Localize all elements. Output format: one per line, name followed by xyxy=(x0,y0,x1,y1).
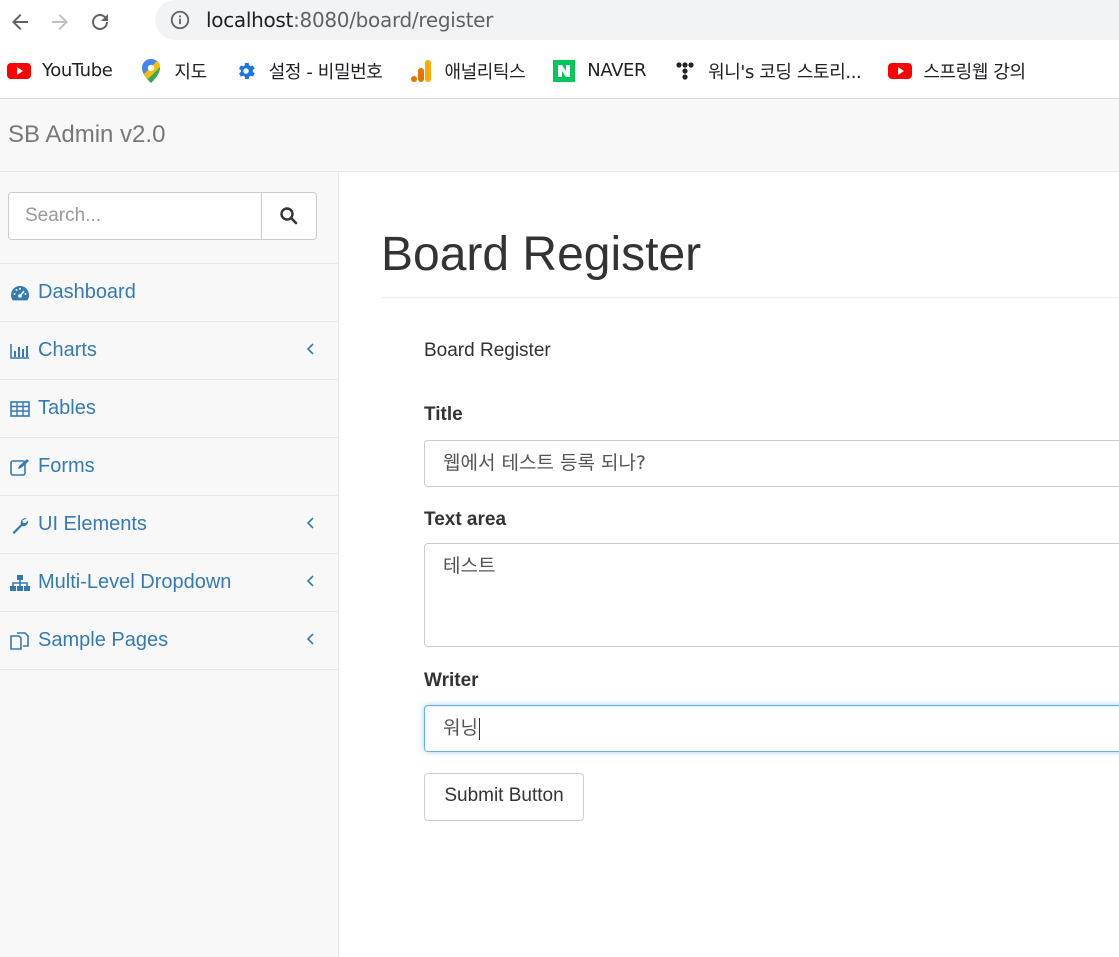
page-wrapper: Board Register Board Register Title 웹에서 … xyxy=(339,172,1119,957)
sidebar-item-label: Forms xyxy=(38,455,95,477)
brand-link[interactable]: SB Admin v2.0 xyxy=(8,121,165,149)
title-input[interactable]: 웹에서 테스트 등록 되나? xyxy=(424,440,1119,487)
bookmark-label: 애널리틱스 xyxy=(444,61,526,83)
bookmark-tistory[interactable]: 워니's 코딩 스토리... xyxy=(672,58,862,84)
sidebar-item-charts[interactable]: Charts xyxy=(0,322,338,380)
page-title: Board Register xyxy=(381,228,702,281)
bookmark-spring-lecture[interactable]: 스프링웹 강의 xyxy=(887,58,1026,84)
bookmark-naver[interactable]: NAVER xyxy=(551,58,646,84)
reload-icon xyxy=(92,13,108,30)
sidebar: Dashboard Charts Tables Forms UI Element… xyxy=(0,172,339,957)
tistory-icon xyxy=(672,58,698,84)
search-input[interactable] xyxy=(8,192,262,240)
analytics-icon xyxy=(408,58,434,84)
sitemap-icon xyxy=(9,572,31,594)
writer-input[interactable]: 워닝 xyxy=(424,705,1119,752)
sidebar-item-label: Sample Pages xyxy=(38,629,169,651)
text-area-label: Text area xyxy=(424,509,507,530)
sidebar-item-dashboard[interactable]: Dashboard xyxy=(0,264,338,322)
reload-button[interactable] xyxy=(80,2,120,42)
maps-pin-icon xyxy=(138,58,164,84)
url-host: localhost xyxy=(206,8,294,32)
text-cursor xyxy=(478,717,480,740)
content-textarea[interactable]: 테스트 xyxy=(424,543,1119,647)
sidebar-item-multi-level-dropdown[interactable]: Multi-Level Dropdown xyxy=(0,554,338,612)
browser-toolbar: localhost:8080/board/register xyxy=(0,0,1119,43)
info-icon[interactable] xyxy=(169,9,191,31)
title-label: Title xyxy=(424,404,463,425)
bar-chart-icon xyxy=(9,340,31,362)
writer-label: Writer xyxy=(424,670,479,691)
sidebar-item-sample-pages[interactable]: Sample Pages xyxy=(0,612,338,670)
bookmark-analytics[interactable]: 애널리틱스 xyxy=(408,58,526,84)
top-navbar: SB Admin v2.0 xyxy=(0,99,1119,172)
sidebar-item-forms[interactable]: Forms xyxy=(0,438,338,496)
bookmark-label: NAVER xyxy=(587,60,647,81)
bookmark-label: YouTube xyxy=(42,60,113,81)
files-icon xyxy=(9,630,31,652)
youtube-icon xyxy=(887,58,913,84)
arrow-right-icon xyxy=(52,13,68,30)
back-button[interactable] xyxy=(0,2,40,42)
url-path: :8080/board/register xyxy=(293,8,494,32)
bookmark-label: 워니's 코딩 스토리... xyxy=(708,61,862,83)
chevron-left-icon[interactable] xyxy=(304,514,316,532)
chevron-left-icon[interactable] xyxy=(304,630,316,648)
table-icon xyxy=(9,398,31,420)
edit-icon xyxy=(9,456,31,478)
gear-icon xyxy=(233,58,259,84)
sidebar-item-ui-elements[interactable]: UI Elements xyxy=(0,496,338,554)
dashboard-icon xyxy=(9,282,31,304)
arrow-left-icon xyxy=(12,13,28,30)
bookmark-maps[interactable]: 지도 xyxy=(138,58,207,84)
search-button[interactable] xyxy=(262,192,317,240)
sidebar-item-label: Charts xyxy=(38,339,97,361)
chevron-left-icon[interactable] xyxy=(304,572,316,590)
panel-heading: Board Register xyxy=(424,340,551,361)
submit-button[interactable]: Submit Button xyxy=(424,773,584,821)
wrench-icon xyxy=(9,514,31,536)
bookmark-settings-password[interactable]: 설정 - 비밀번호 xyxy=(233,58,383,84)
page-header: Board Register xyxy=(381,222,1119,298)
chevron-left-icon[interactable] xyxy=(304,340,316,358)
sidebar-item-label: Dashboard xyxy=(38,281,136,303)
sidebar-item-label: UI Elements xyxy=(38,513,147,535)
naver-icon xyxy=(551,58,577,84)
sidebar-item-tables[interactable]: Tables xyxy=(0,380,338,438)
writer-value: 워닝 xyxy=(443,717,478,739)
bookmark-label: 설정 - 비밀번호 xyxy=(268,61,383,83)
bookmark-youtube[interactable]: YouTube xyxy=(6,58,113,84)
sidebar-search xyxy=(0,172,338,264)
url-text[interactable]: localhost:8080/board/register xyxy=(206,8,493,32)
youtube-icon xyxy=(6,58,32,84)
address-bar[interactable]: localhost:8080/board/register xyxy=(155,0,1119,40)
sidebar-item-label: Multi-Level Dropdown xyxy=(38,571,232,593)
search-icon xyxy=(280,207,298,225)
sidebar-item-label: Tables xyxy=(38,397,96,419)
bookmarks-bar: YouTube 지도 설정 - 비밀번호 애널리틱스 NAVER 워니's 코딩… xyxy=(0,43,1119,99)
bookmark-label: 스프링웹 강의 xyxy=(923,61,1026,83)
forward-button[interactable] xyxy=(40,2,80,42)
bookmark-label: 지도 xyxy=(174,61,207,83)
